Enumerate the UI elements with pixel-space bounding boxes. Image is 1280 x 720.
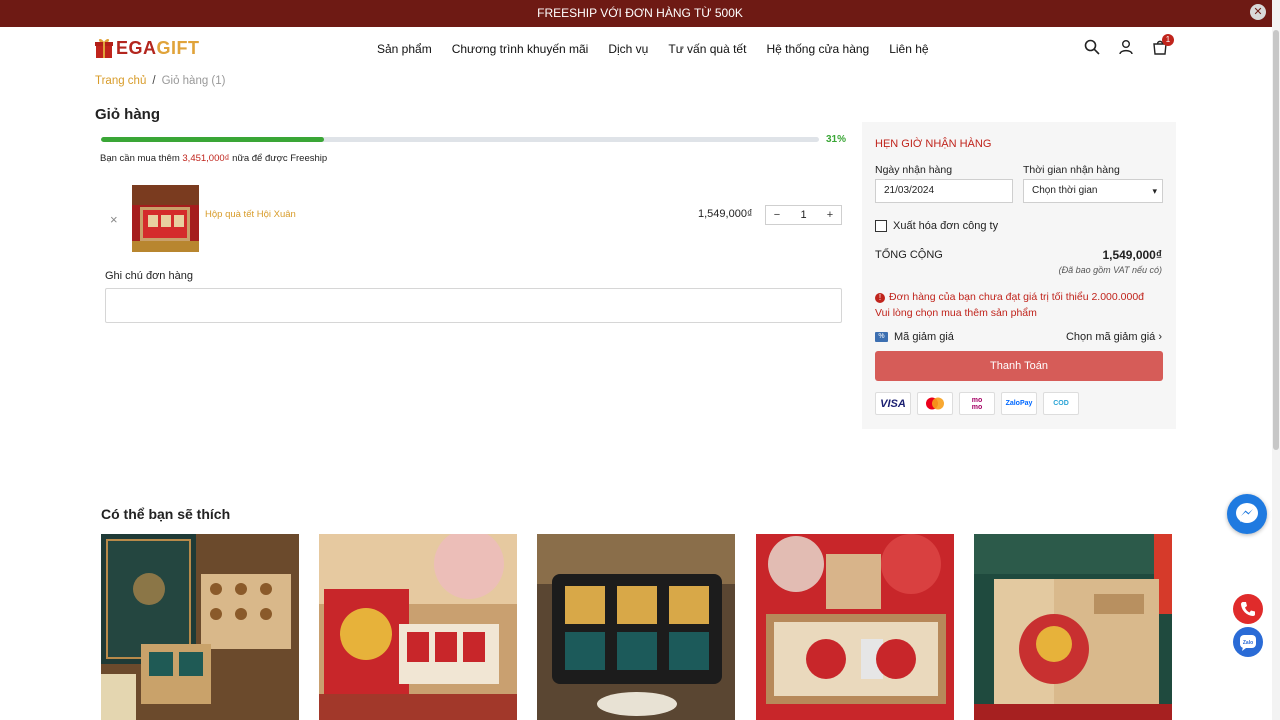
discount-row: % Mã giảm giá	[875, 331, 954, 343]
freeship-note: Bạn cần mua thêm 3,451,000₫ nữa để được …	[100, 153, 327, 164]
product-thumbnail[interactable]	[132, 185, 199, 252]
breadcrumb-current: Giỏ hàng (1)	[161, 75, 226, 87]
nav-item-stores[interactable]: Hệ thống cửa hàng	[766, 42, 869, 56]
gift-logo-icon	[95, 38, 113, 58]
freeship-amount: 3,451,000₫	[182, 153, 230, 164]
product-card[interactable]	[537, 534, 735, 720]
minimum-order-warning: ! Đơn hàng của bạn chưa đạt giá trị tối t…	[875, 289, 1167, 321]
breadcrumb-home[interactable]: Trang chủ	[95, 75, 146, 87]
product-card-image	[756, 534, 954, 720]
nav-item-products[interactable]: Sản phẩm	[377, 42, 432, 56]
progress-percent: 31%	[826, 134, 847, 145]
momo-icon: mo mo	[959, 392, 995, 415]
messenger-chat-button[interactable]	[1227, 494, 1267, 534]
warning-line-1: Đơn hàng của bạn chưa đạt giá trị tối th…	[889, 291, 1145, 303]
alert-icon: !	[875, 293, 885, 303]
delivery-time-select[interactable]: Chọn thời gian ▾	[1023, 179, 1163, 203]
main-nav: Sản phẩm Chương trình khuyến mãi Dịch vụ…	[377, 42, 929, 56]
zalopay-icon: ZaloPay	[1001, 392, 1037, 415]
product-name-link[interactable]: Hộp quà tết Hội Xuân	[205, 209, 296, 220]
logo-wordmark: EGAGIFT	[116, 37, 200, 58]
freeship-progress-bar	[101, 137, 819, 142]
product-card-image	[974, 534, 1172, 720]
cod-icon: COD	[1043, 392, 1079, 415]
site-header: EGAGIFT Sản phẩm Chương trình khuyến mãi…	[0, 27, 1272, 71]
payment-methods: VISA mo mo ZaloPay COD	[875, 392, 1079, 415]
product-card[interactable]	[974, 534, 1172, 720]
product-card[interactable]	[756, 534, 954, 720]
promo-text: FREESHIP VỚI ĐƠN HÀNG TỪ 500K	[537, 6, 743, 20]
choose-discount-link[interactable]: Chọn mã giảm giá ›	[1066, 331, 1162, 343]
delivery-time-label: Thời gian nhận hàng	[1023, 164, 1120, 176]
nav-item-services[interactable]: Dịch vụ	[608, 42, 648, 56]
coupon-icon: %	[875, 332, 888, 342]
zalo-icon: Zalo	[1240, 635, 1256, 651]
schedule-title: HẸN GIỜ NHẬN HÀNG	[875, 138, 992, 150]
quantity-value[interactable]: 1	[800, 209, 806, 221]
choose-discount-label: Chọn mã giảm giá	[1065, 331, 1156, 343]
svg-text:Zalo: Zalo	[1243, 640, 1253, 646]
company-invoice-label: Xuất hóa đơn công ty	[893, 220, 999, 232]
nav-item-tet-advice[interactable]: Tư vấn quà tết	[668, 42, 746, 56]
product-card[interactable]	[101, 534, 299, 720]
product-image	[132, 185, 199, 252]
order-note-label: Ghi chú đơn hàng	[105, 270, 193, 282]
promo-topbar: FREESHIP VỚI ĐƠN HÀNG TỪ 500K ✕	[0, 0, 1280, 27]
company-invoice-row[interactable]: Xuất hóa đơn công ty	[875, 220, 998, 232]
phone-icon	[1241, 602, 1255, 616]
product-card-image	[101, 534, 299, 720]
quantity-stepper: − 1 +	[765, 205, 842, 225]
product-card-image	[319, 534, 517, 720]
mastercard-icon	[917, 392, 953, 415]
delivery-date-label: Ngày nhận hàng	[875, 164, 953, 176]
decrease-quantity-button[interactable]: −	[771, 209, 783, 221]
checkout-button[interactable]: Thanh Toán	[875, 351, 1163, 381]
product-card[interactable]	[319, 534, 517, 720]
zalo-chat-button[interactable]: Zalo	[1233, 627, 1263, 657]
breadcrumb-separator: /	[152, 75, 156, 87]
site-logo[interactable]: EGAGIFT	[95, 37, 200, 59]
header-actions: 1	[1084, 34, 1174, 55]
page-scrollbar[interactable]	[1272, 0, 1280, 720]
search-icon[interactable]	[1084, 39, 1100, 55]
company-invoice-checkbox[interactable]	[875, 220, 887, 232]
order-note-input[interactable]	[105, 288, 842, 323]
nav-item-contact[interactable]: Liên hệ	[889, 42, 928, 56]
discount-label: Mã giảm giá	[894, 331, 954, 343]
warning-line-2: Vui lòng chọn mua thêm sản phẩm	[875, 307, 1037, 319]
delivery-time-value: Chọn thời gian	[1032, 185, 1098, 196]
chevron-right-icon: ›	[1158, 331, 1162, 343]
product-card-image	[537, 534, 735, 720]
vat-note: (Đã bao gồm VAT nếu có)	[1058, 265, 1162, 275]
delivery-date-value: 21/03/2024	[884, 185, 935, 196]
scrollbar-thumb[interactable]	[1273, 30, 1279, 450]
close-icon[interactable]: ✕	[1250, 4, 1266, 20]
page-title: Giỏ hàng	[95, 106, 160, 123]
product-price: 1,549,000₫	[698, 208, 753, 220]
nav-item-promotions[interactable]: Chương trình khuyến mãi	[452, 42, 589, 56]
progress-fill	[101, 137, 324, 142]
increase-quantity-button[interactable]: +	[824, 209, 836, 221]
user-icon[interactable]	[1118, 39, 1134, 55]
cart-button[interactable]: 1	[1152, 34, 1174, 55]
total-value: 1,549,000₫	[1102, 248, 1162, 262]
delivery-date-input[interactable]: 21/03/2024	[875, 179, 1013, 203]
freeship-suffix: nữa để được Freeship	[229, 153, 328, 164]
checkout-panel: HẸN GIỜ NHẬN HÀNG Ngày nhận hàng 21/03/2…	[862, 122, 1176, 429]
visa-icon: VISA	[875, 392, 911, 415]
chevron-down-icon: ▾	[1152, 186, 1157, 196]
total-label: TỔNG CỘNG	[875, 249, 943, 261]
messenger-icon	[1236, 503, 1258, 523]
remove-item-button[interactable]: ×	[110, 212, 118, 227]
cart-count-badge: 1	[1162, 34, 1174, 46]
suggestions-title: Có thể bạn sẽ thích	[101, 506, 231, 522]
freeship-prefix: Bạn cần mua thêm	[100, 153, 183, 164]
phone-call-button[interactable]	[1233, 594, 1263, 624]
breadcrumb: Trang chủ / Giỏ hàng (1)	[95, 75, 226, 87]
